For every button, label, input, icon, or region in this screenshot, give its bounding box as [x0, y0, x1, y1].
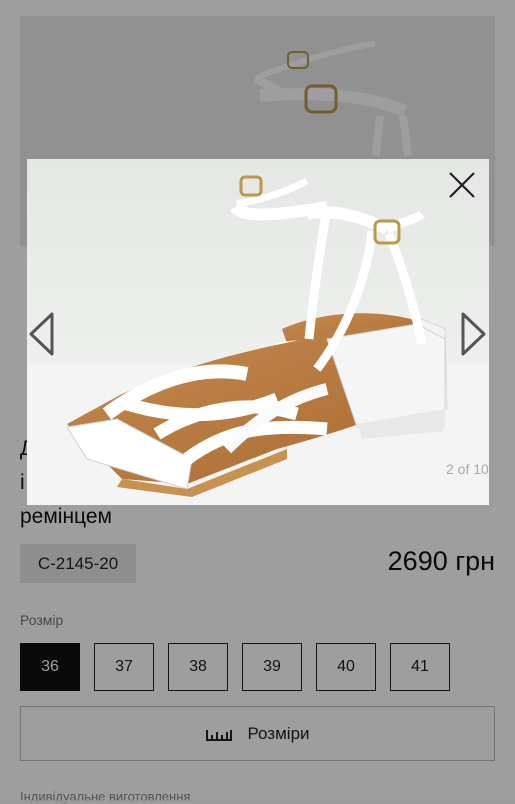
- chevron-left-icon[interactable]: [25, 310, 59, 358]
- chevron-right-icon[interactable]: [456, 310, 490, 358]
- sandals-photo: [27, 159, 489, 505]
- image-counter: 2 of 10: [446, 461, 489, 477]
- close-icon[interactable]: [444, 167, 480, 203]
- lightbox-image: [27, 159, 489, 505]
